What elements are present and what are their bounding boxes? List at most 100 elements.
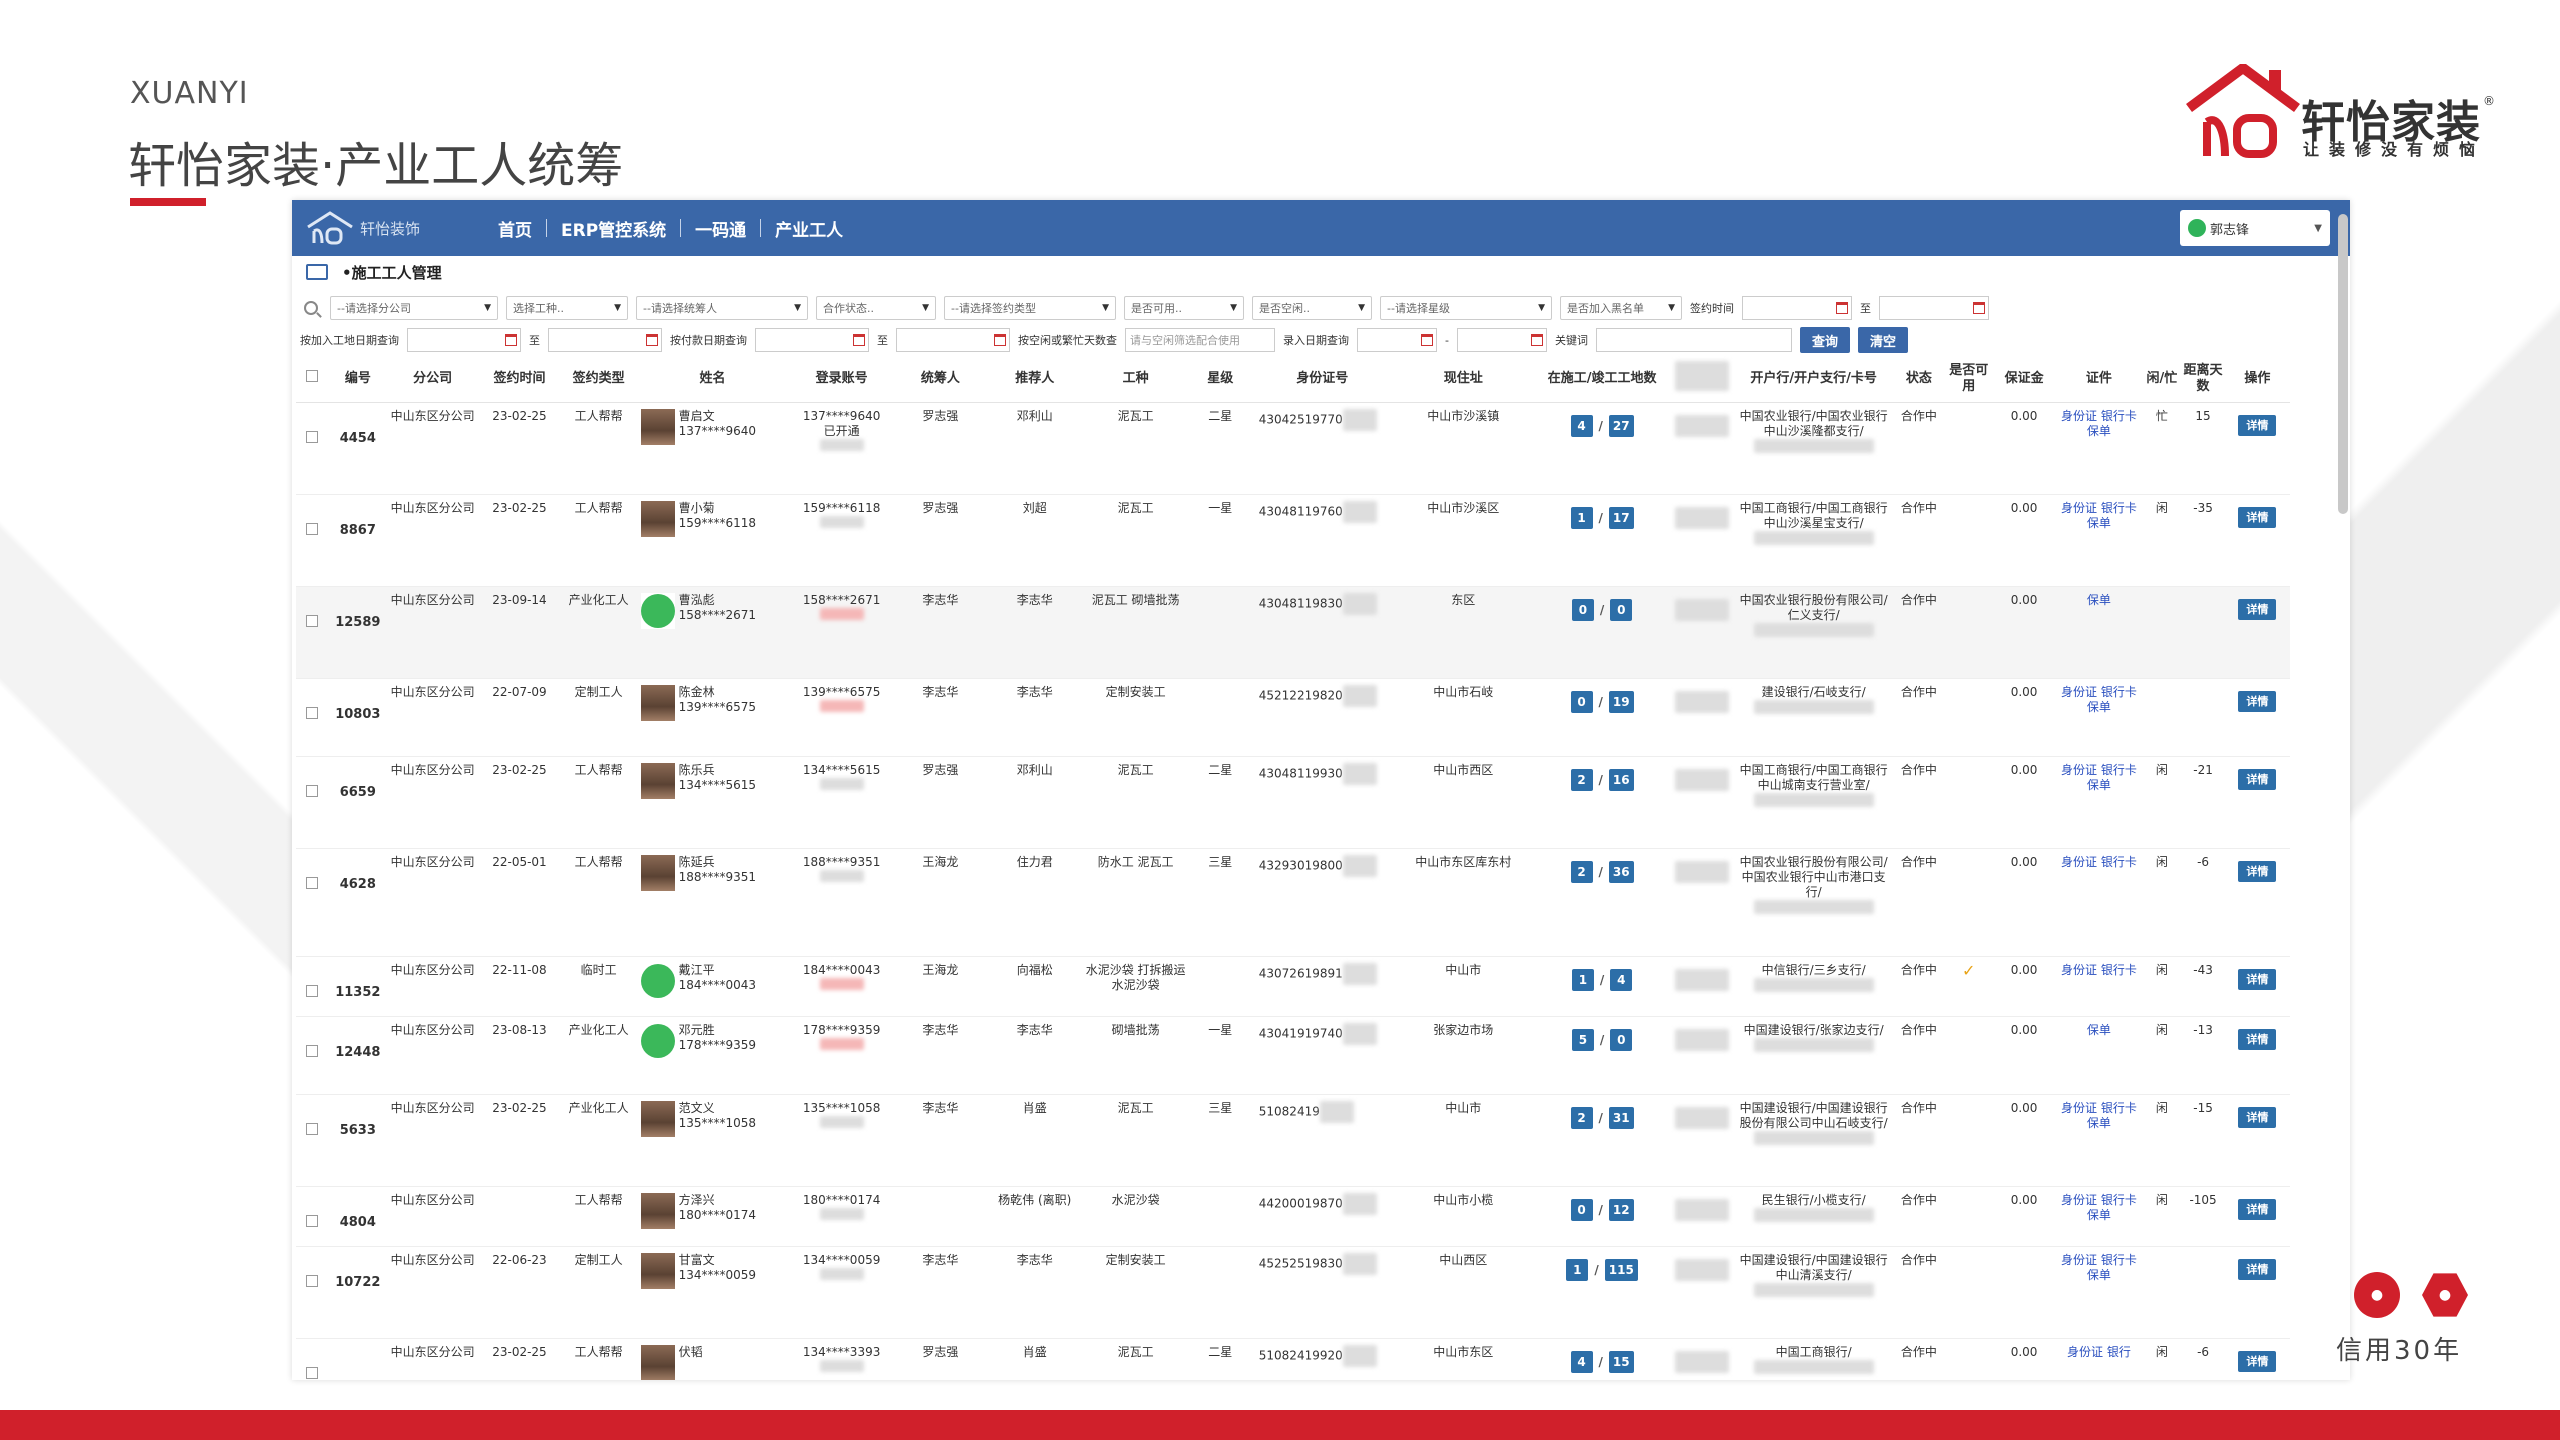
row-checkbox[interactable] <box>306 1044 319 1057</box>
user-menu[interactable]: 郭志锋 ▼ <box>2180 210 2330 246</box>
detail-button[interactable]: 详情 <box>2238 690 2277 712</box>
nav-home[interactable]: 首页 <box>484 216 546 241</box>
table-row[interactable]: 4804 中山东区分公司 工人帮帮 方泽兴 180****0174 180****0174… <box>296 1186 2290 1247</box>
row-checkbox[interactable] <box>306 784 319 797</box>
coordinator-select[interactable]: --请选择统筹人 ▼ <box>636 296 808 320</box>
calendar-icon[interactable] <box>1973 302 1985 314</box>
done-sites-count[interactable]: 31 <box>1608 1106 1634 1129</box>
detail-button[interactable]: 详情 <box>2238 598 2277 620</box>
done-sites-count[interactable]: 27 <box>1608 414 1634 437</box>
document-links[interactable]: 身份证 银行卡 保单 <box>2055 402 2143 495</box>
document-links[interactable]: 身份证 银行卡 保单 <box>2055 1246 2143 1339</box>
nav-qrcode[interactable]: 一码通 <box>681 216 760 241</box>
pay-date-start[interactable] <box>755 328 869 352</box>
trade-select[interactable]: 选择工种.. ▼ <box>506 296 628 320</box>
usable-select[interactable]: 是否可用.. ▼ <box>1124 296 1244 320</box>
done-sites-count[interactable]: 19 <box>1608 690 1634 713</box>
document-links[interactable]: 身份证 银行卡 保单 <box>2055 1094 2143 1187</box>
row-checkbox[interactable] <box>306 706 319 719</box>
row-checkbox[interactable] <box>306 522 319 535</box>
table-row[interactable]: 中山东区分公司 23-02-25 工人帮帮 伏韬 134****3393 罗志强 肖盛 泥瓦工… <box>296 1338 2290 1380</box>
active-sites-count[interactable]: 2 <box>1570 1106 1593 1129</box>
row-checkbox[interactable] <box>306 614 319 627</box>
contract-type-select[interactable]: --请选择签约类型 ▼ <box>944 296 1116 320</box>
entry-date-end[interactable] <box>1456 328 1547 352</box>
done-sites-count[interactable]: 16 <box>1608 768 1634 791</box>
detail-button[interactable]: 详情 <box>2238 1350 2277 1372</box>
detail-button[interactable]: 详情 <box>2238 860 2277 882</box>
active-sites-count[interactable]: 1 <box>1571 968 1594 991</box>
col-header[interactable]: 状态 <box>1892 356 1945 403</box>
sign-time-end[interactable] <box>1879 296 1989 320</box>
table-row[interactable]: 11352 中山东区分公司 22-11-08 临时工 戴江平 184****0043 184… <box>296 956 2290 1017</box>
active-sites-count[interactable]: 4 <box>1570 1350 1593 1373</box>
idle-days-input[interactable]: 请与空闲筛选配合使用 <box>1125 328 1275 352</box>
detail-button[interactable]: 详情 <box>2238 1028 2277 1050</box>
detail-button[interactable]: 详情 <box>2238 768 2277 790</box>
col-header[interactable]: 身份证号 <box>1252 356 1392 403</box>
table-row[interactable]: 4454 中山东区分公司 23-02-25 工人帮帮 曹启文 137****9640 137… <box>296 402 2290 495</box>
col-header[interactable]: 统筹人 <box>894 356 986 403</box>
col-header[interactable]: 编号 <box>328 356 388 403</box>
document-links[interactable]: 身份证 银行卡 保单 <box>2055 494 2143 587</box>
col-header[interactable]: 分公司 <box>387 356 479 403</box>
done-sites-count[interactable]: 15 <box>1608 1350 1634 1373</box>
table-row[interactable]: 6659 中山东区分公司 23-02-25 工人帮帮 陈乐兵 134****5615 134… <box>296 756 2290 849</box>
document-links[interactable]: 保单 <box>2055 1016 2143 1095</box>
sign-time-start[interactable] <box>1742 296 1852 320</box>
document-links[interactable]: 身份证 银行 <box>2055 1338 2143 1380</box>
document-links[interactable]: 保单 <box>2055 586 2143 679</box>
table-row[interactable]: 5633 中山东区分公司 23-02-25 产业化工人 范文义 135****1058 13… <box>296 1094 2290 1187</box>
col-header[interactable]: 保证金 <box>1992 356 2056 403</box>
document-links[interactable]: 身份证 银行卡 <box>2055 848 2143 957</box>
star-select[interactable]: --请选择星级 ▼ <box>1380 296 1552 320</box>
nav-workers[interactable]: 产业工人 <box>761 216 857 241</box>
active-sites-count[interactable]: 0 <box>1570 1198 1593 1221</box>
active-sites-count[interactable]: 1 <box>1566 1258 1589 1281</box>
col-header[interactable]: 工种 <box>1083 356 1188 403</box>
idle-select[interactable]: 是否空闲.. ▼ <box>1252 296 1372 320</box>
col-header[interactable]: 闲/忙 <box>2142 356 2182 403</box>
row-checkbox[interactable] <box>306 430 319 443</box>
calendar-icon[interactable] <box>646 334 658 346</box>
col-header[interactable]: 签约类型 <box>560 356 637 403</box>
row-checkbox[interactable] <box>306 1122 319 1135</box>
col-header[interactable]: 是否可用 <box>1944 356 1993 403</box>
row-checkbox[interactable] <box>306 1274 319 1287</box>
row-checkbox[interactable] <box>306 876 319 889</box>
select-all-checkbox[interactable] <box>306 370 319 383</box>
table-row[interactable]: 12589 中山东区分公司 23-09-14 产业化工人 曹泓彪 158****2671 1… <box>296 586 2290 679</box>
detail-button[interactable]: 详情 <box>2238 968 2277 990</box>
active-sites-count[interactable]: 2 <box>1570 860 1593 883</box>
calendar-icon[interactable] <box>1836 302 1848 314</box>
app-logo[interactable]: 轩怡装饰 <box>306 208 446 248</box>
col-header[interactable]: 签约时间 <box>478 356 561 403</box>
calendar-icon[interactable] <box>1530 334 1543 346</box>
detail-button[interactable]: 详情 <box>2238 1198 2277 1220</box>
document-links[interactable]: 身份证 银行卡 保单 <box>2055 678 2143 757</box>
calendar-icon[interactable] <box>853 334 865 346</box>
join-site-end[interactable] <box>548 328 662 352</box>
document-links[interactable]: 身份证 银行卡 保单 <box>2055 756 2143 849</box>
active-sites-count[interactable]: 0 <box>1570 690 1593 713</box>
col-header[interactable]: 距离天数 <box>2181 356 2225 403</box>
done-sites-count[interactable]: 17 <box>1608 506 1634 529</box>
clear-button[interactable]: 清空 <box>1858 327 1909 353</box>
scrollbar[interactable] <box>2338 214 2348 514</box>
col-header[interactable]: 证件 <box>2055 356 2143 403</box>
col-header[interactable]: 星级 <box>1187 356 1253 403</box>
document-links[interactable]: 身份证 银行卡 <box>2055 956 2143 1017</box>
pay-date-end[interactable] <box>896 328 1010 352</box>
calendar-icon[interactable] <box>1421 334 1433 346</box>
col-header[interactable]: 在施工/竣工工地数 <box>1534 356 1670 403</box>
calendar-icon[interactable] <box>505 334 517 346</box>
detail-button[interactable]: 详情 <box>2238 1106 2277 1128</box>
entry-date-start[interactable] <box>1357 328 1437 352</box>
blacklist-select[interactable]: 是否加入黑名单 ▼ <box>1560 296 1682 320</box>
table-row[interactable]: 10722 中山东区分公司 22-06-23 定制工人 甘富文 134****0059 13… <box>296 1246 2290 1339</box>
done-sites-count[interactable]: 4 <box>1610 968 1633 991</box>
keyword-input[interactable] <box>1595 328 1792 352</box>
active-sites-count[interactable]: 1 <box>1570 506 1593 529</box>
branch-select[interactable]: --请选择分公司 ▼ <box>330 296 498 320</box>
coop-status-select[interactable]: 合作状态.. ▼ <box>816 296 936 320</box>
